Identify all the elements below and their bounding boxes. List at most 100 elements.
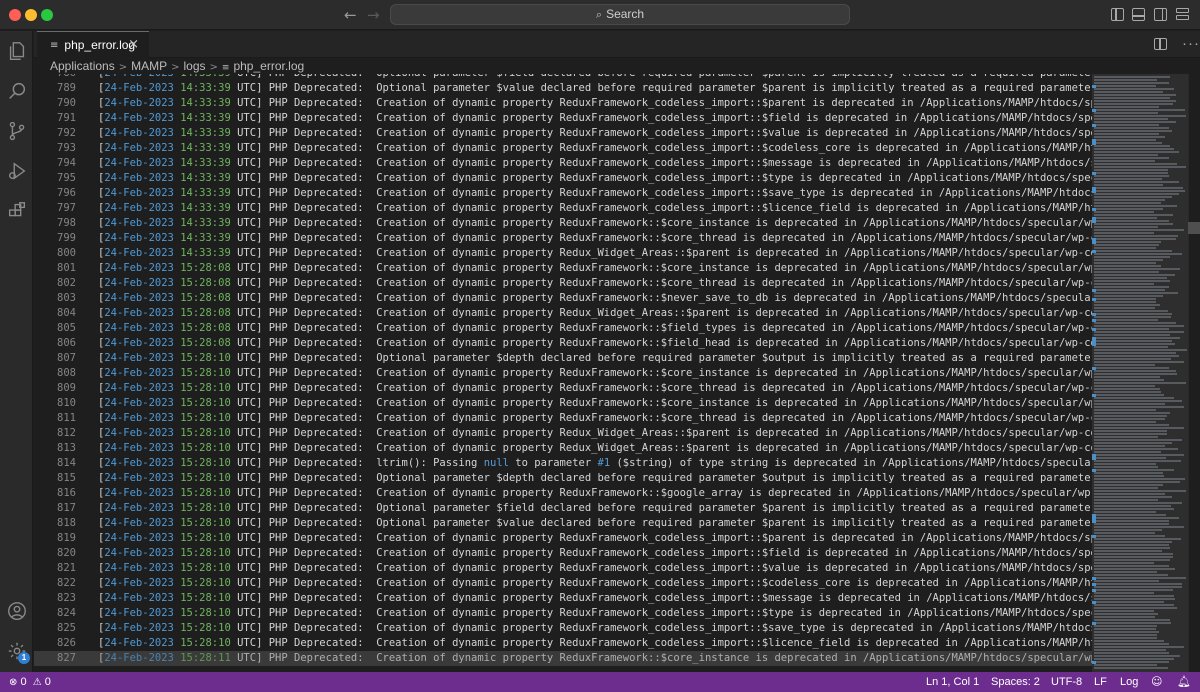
minimap-line (1094, 238, 1176, 240)
minimap-line (1094, 466, 1158, 468)
code-line[interactable]: 786 [24-Feb-2023 14:33:39 UTC] PHP Deprec… (34, 74, 1092, 81)
minimap[interactable] (1092, 74, 1200, 672)
code-line[interactable]: 821 [24-Feb-2023 15:28:10 UTC] PHP Deprec… (34, 561, 1092, 576)
extensions-icon[interactable] (0, 191, 33, 231)
breadcrumb-item-logs[interactable]: logs (184, 59, 206, 73)
code-line[interactable]: 826 [24-Feb-2023 15:28:10 UTC] PHP Deprec… (34, 636, 1092, 651)
manage-gear-icon[interactable]: 1 (0, 631, 33, 671)
code-line[interactable]: 819 [24-Feb-2023 15:28:10 UTC] PHP Deprec… (34, 531, 1092, 546)
code-line[interactable]: 823 [24-Feb-2023 15:28:10 UTC] PHP Deprec… (34, 591, 1092, 606)
log-date: 24-Feb-2023 (104, 322, 174, 334)
minimap-line (1094, 487, 1158, 489)
toggle-panel-icon[interactable] (1132, 8, 1145, 21)
code-line[interactable]: 820 [24-Feb-2023 15:28:10 UTC] PHP Deprec… (34, 546, 1092, 561)
code-line[interactable]: 822 [24-Feb-2023 15:28:10 UTC] PHP Deprec… (34, 576, 1092, 591)
code-line[interactable]: 825 [24-Feb-2023 15:28:10 UTC] PHP Deprec… (34, 621, 1092, 636)
line-number: 824 (57, 607, 76, 619)
code-line[interactable]: 799 [24-Feb-2023 14:33:39 UTC] PHP Deprec… (34, 231, 1092, 246)
log-date: 24-Feb-2023 (104, 112, 174, 124)
cursor-position[interactable]: Ln 1, Col 1 (926, 672, 979, 692)
explorer-icon[interactable] (0, 31, 33, 71)
line-content: [24-Feb-2023 15:28:10 UTC] PHP Deprecate… (98, 427, 1092, 439)
window-minimize-button[interactable] (25, 9, 37, 21)
minimap-line (1094, 382, 1186, 384)
code-line[interactable]: 812 [24-Feb-2023 15:28:10 UTC] PHP Deprec… (34, 426, 1092, 441)
log-timezone: UTC] (237, 592, 263, 604)
minimap-line (1094, 472, 1163, 474)
tab-php-error-log[interactable]: ≡ php_error.log × (37, 31, 149, 58)
code-line[interactable]: 791 [24-Feb-2023 14:33:39 UTC] PHP Deprec… (34, 111, 1092, 126)
arrow-left-icon[interactable]: ← (344, 6, 357, 24)
log-date: 24-Feb-2023 (104, 367, 174, 379)
code-line[interactable]: 804 [24-Feb-2023 15:28:08 UTC] PHP Deprec… (34, 306, 1092, 321)
minimap-line (1094, 364, 1155, 366)
scrollbar-thumb[interactable] (1188, 222, 1200, 234)
code-line[interactable]: 800 [24-Feb-2023 14:33:39 UTC] PHP Deprec… (34, 246, 1092, 261)
language-mode[interactable]: Log (1120, 672, 1138, 692)
code-line[interactable]: 806 [24-Feb-2023 15:28:08 UTC] PHP Deprec… (34, 336, 1092, 351)
code-line[interactable]: 796 [24-Feb-2023 14:33:39 UTC] PHP Deprec… (34, 186, 1092, 201)
line-content: [24-Feb-2023 15:28:10 UTC] PHP Deprecate… (98, 502, 1092, 514)
code-line[interactable]: 803 [24-Feb-2023 15:28:08 UTC] PHP Deprec… (34, 291, 1092, 306)
code-line[interactable]: 808 [24-Feb-2023 15:28:10 UTC] PHP Deprec… (34, 366, 1092, 381)
toggle-secondary-sidebar-icon[interactable] (1154, 8, 1167, 21)
line-content: [24-Feb-2023 15:28:11 UTC] PHP Deprecate… (98, 652, 1092, 664)
code-line[interactable]: 818 [24-Feb-2023 15:28:10 UTC] PHP Deprec… (34, 516, 1092, 531)
arrow-right-icon[interactable]: → (367, 6, 380, 24)
notifications-bell-icon[interactable]: 🔔︎ (1177, 672, 1191, 692)
code-line[interactable]: 794 [24-Feb-2023 14:33:39 UTC] PHP Deprec… (34, 156, 1092, 171)
code-line[interactable]: 792 [24-Feb-2023 14:33:39 UTC] PHP Deprec… (34, 126, 1092, 141)
run-debug-icon[interactable] (0, 151, 33, 191)
minimap-line (1094, 511, 1156, 513)
more-actions-icon[interactable]: ··· (1182, 35, 1200, 52)
code-line[interactable]: 805 [24-Feb-2023 15:28:08 UTC] PHP Deprec… (34, 321, 1092, 336)
code-line[interactable]: 817 [24-Feb-2023 15:28:10 UTC] PHP Deprec… (34, 501, 1092, 516)
log-message: Optional parameter $value declared befor… (376, 82, 1092, 94)
code-line[interactable]: 802 [24-Feb-2023 15:28:08 UTC] PHP Deprec… (34, 276, 1092, 291)
code-line[interactable]: 810 [24-Feb-2023 15:28:10 UTC] PHP Deprec… (34, 396, 1092, 411)
problems-indicator[interactable]: ⊗ 0 ⚠ 0 (9, 672, 51, 692)
customize-layout-icon[interactable] (1176, 8, 1189, 21)
code-line[interactable]: 793 [24-Feb-2023 14:33:39 UTC] PHP Deprec… (34, 141, 1092, 156)
code-line[interactable]: 814 [24-Feb-2023 15:28:10 UTC] PHP Deprec… (34, 456, 1092, 471)
code-line[interactable]: 789 [24-Feb-2023 14:33:39 UTC] PHP Deprec… (34, 81, 1092, 96)
close-icon[interactable]: × (128, 37, 139, 52)
accounts-icon[interactable] (0, 591, 33, 631)
encoding[interactable]: UTF-8 (1051, 672, 1082, 692)
code-line[interactable]: 827 [24-Feb-2023 15:28:11 UTC] PHP Deprec… (34, 651, 1092, 666)
window-close-button[interactable] (9, 9, 21, 21)
breadcrumb-item-applications[interactable]: Applications (50, 59, 115, 73)
code-line[interactable]: 807 [24-Feb-2023 15:28:10 UTC] PHP Deprec… (34, 351, 1092, 366)
minimap-line (1094, 658, 1174, 660)
line-number: 821 (57, 562, 76, 574)
minimap-line (1094, 283, 1154, 285)
code-line[interactable]: 797 [24-Feb-2023 14:33:39 UTC] PHP Deprec… (34, 201, 1092, 216)
indentation[interactable]: Spaces: 2 (991, 672, 1040, 692)
source-control-icon[interactable] (0, 111, 33, 151)
minimap-line (1094, 568, 1175, 570)
code-line[interactable]: 824 [24-Feb-2023 15:28:10 UTC] PHP Deprec… (34, 606, 1092, 621)
breadcrumb-item-file[interactable]: php_error.log (233, 59, 304, 73)
window-maximize-button[interactable] (41, 9, 53, 21)
log-message: Optional parameter $field declared befor… (376, 74, 1092, 79)
code-line[interactable]: 815 [24-Feb-2023 15:28:10 UTC] PHP Deprec… (34, 471, 1092, 486)
code-line[interactable]: 790 [24-Feb-2023 14:33:39 UTC] PHP Deprec… (34, 96, 1092, 111)
breadcrumb-item-mamp[interactable]: MAMP (131, 59, 167, 73)
vertical-scrollbar[interactable] (1188, 74, 1200, 672)
split-editor-icon[interactable] (1154, 38, 1167, 50)
code-line[interactable]: 816 [24-Feb-2023 15:28:10 UTC] PHP Deprec… (34, 486, 1092, 501)
toggle-primary-sidebar-icon[interactable] (1111, 8, 1124, 21)
code-line[interactable]: 809 [24-Feb-2023 15:28:10 UTC] PHP Deprec… (34, 381, 1092, 396)
code-line[interactable]: 795 [24-Feb-2023 14:33:39 UTC] PHP Deprec… (34, 171, 1092, 186)
search-icon[interactable] (0, 71, 33, 111)
log-level: PHP Deprecated: (268, 277, 364, 289)
code-line[interactable]: 798 [24-Feb-2023 14:33:39 UTC] PHP Deprec… (34, 216, 1092, 231)
code-line[interactable]: 811 [24-Feb-2023 15:28:10 UTC] PHP Deprec… (34, 411, 1092, 426)
code-line[interactable]: 813 [24-Feb-2023 15:28:10 UTC] PHP Deprec… (34, 441, 1092, 456)
log-date: 24-Feb-2023 (104, 337, 174, 349)
code-editor[interactable]: 786 [24-Feb-2023 14:33:39 UTC] PHP Deprec… (34, 74, 1092, 672)
code-line[interactable]: 801 [24-Feb-2023 15:28:08 UTC] PHP Deprec… (34, 261, 1092, 276)
command-center-search[interactable]: ⌕ Search (390, 4, 850, 25)
end-of-line[interactable]: LF (1094, 672, 1107, 692)
feedback-icon[interactable]: ☺ (1151, 672, 1162, 692)
